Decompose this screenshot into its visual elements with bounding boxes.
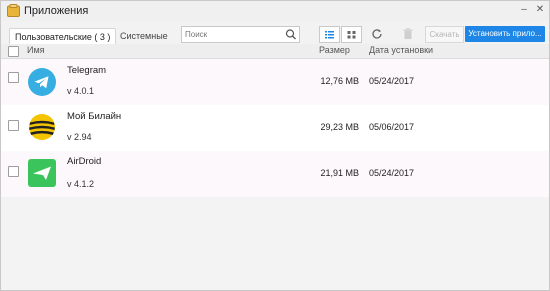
- minimize-icon[interactable]: –: [518, 4, 530, 16]
- app-size: 21,91 MB: [320, 168, 359, 178]
- download-button[interactable]: Скачать: [425, 26, 464, 43]
- app-logo-icon: [7, 4, 20, 17]
- table-row[interactable]: Telegram v 4.0.1 12,76 MB 05/24/2017: [1, 59, 549, 105]
- apps-window: Приложения – ✕ Пользовательские ( 3 ) Си…: [0, 0, 550, 291]
- telegram-icon: [28, 68, 56, 96]
- app-name: AirDroid: [67, 156, 102, 167]
- search-button[interactable]: [283, 27, 299, 42]
- tab-system-apps[interactable]: Системные: [115, 28, 173, 44]
- column-name[interactable]: Имя: [27, 45, 45, 55]
- app-version: v 4.1.2: [67, 179, 95, 189]
- title-bar: Приложения – ✕: [1, 1, 549, 21]
- search-icon: [285, 29, 296, 40]
- app-name: Мой Билайн: [67, 111, 122, 122]
- table-header: Имя Размер Дата установки: [1, 44, 549, 59]
- grid-view-button[interactable]: [341, 26, 362, 43]
- empty-list-area: [1, 197, 549, 290]
- app-version: v 2.94: [67, 132, 92, 142]
- table-row[interactable]: AirDroid v 4.1.2 21,91 MB 05/24/2017: [1, 151, 549, 197]
- row-checkbox[interactable]: [8, 72, 19, 83]
- app-size: 29,23 MB: [320, 122, 359, 132]
- refresh-icon: [372, 29, 382, 39]
- app-name: Telegram: [67, 65, 107, 76]
- install-app-button[interactable]: Установить прило...: [465, 26, 545, 42]
- search-box: [181, 26, 300, 43]
- column-size[interactable]: Размер: [319, 45, 350, 55]
- app-size: 12,76 MB: [320, 76, 359, 86]
- list-view-button[interactable]: [319, 26, 340, 43]
- app-version: v 4.0.1: [67, 86, 95, 96]
- search-input[interactable]: [185, 28, 280, 40]
- row-checkbox[interactable]: [8, 166, 19, 177]
- row-checkbox[interactable]: [8, 120, 19, 131]
- close-icon[interactable]: ✕: [534, 4, 546, 16]
- app-install-date: 05/24/2017: [369, 168, 415, 178]
- table-row[interactable]: Мой Билайн v 2.94 29,23 MB 05/06/2017: [1, 105, 549, 151]
- beeline-icon: [29, 114, 55, 140]
- window-title: Приложения: [24, 5, 89, 17]
- delete-button[interactable]: [401, 27, 415, 41]
- trash-icon: [403, 28, 413, 39]
- airdroid-icon: [28, 159, 56, 187]
- grid-view-icon: [347, 31, 356, 39]
- refresh-button[interactable]: [370, 27, 384, 41]
- column-install-date[interactable]: Дата установки: [369, 45, 433, 55]
- list-view-icon: [325, 31, 334, 39]
- select-all-checkbox[interactable]: [8, 46, 19, 57]
- app-install-date: 05/06/2017: [369, 122, 415, 132]
- app-install-date: 05/24/2017: [369, 76, 415, 86]
